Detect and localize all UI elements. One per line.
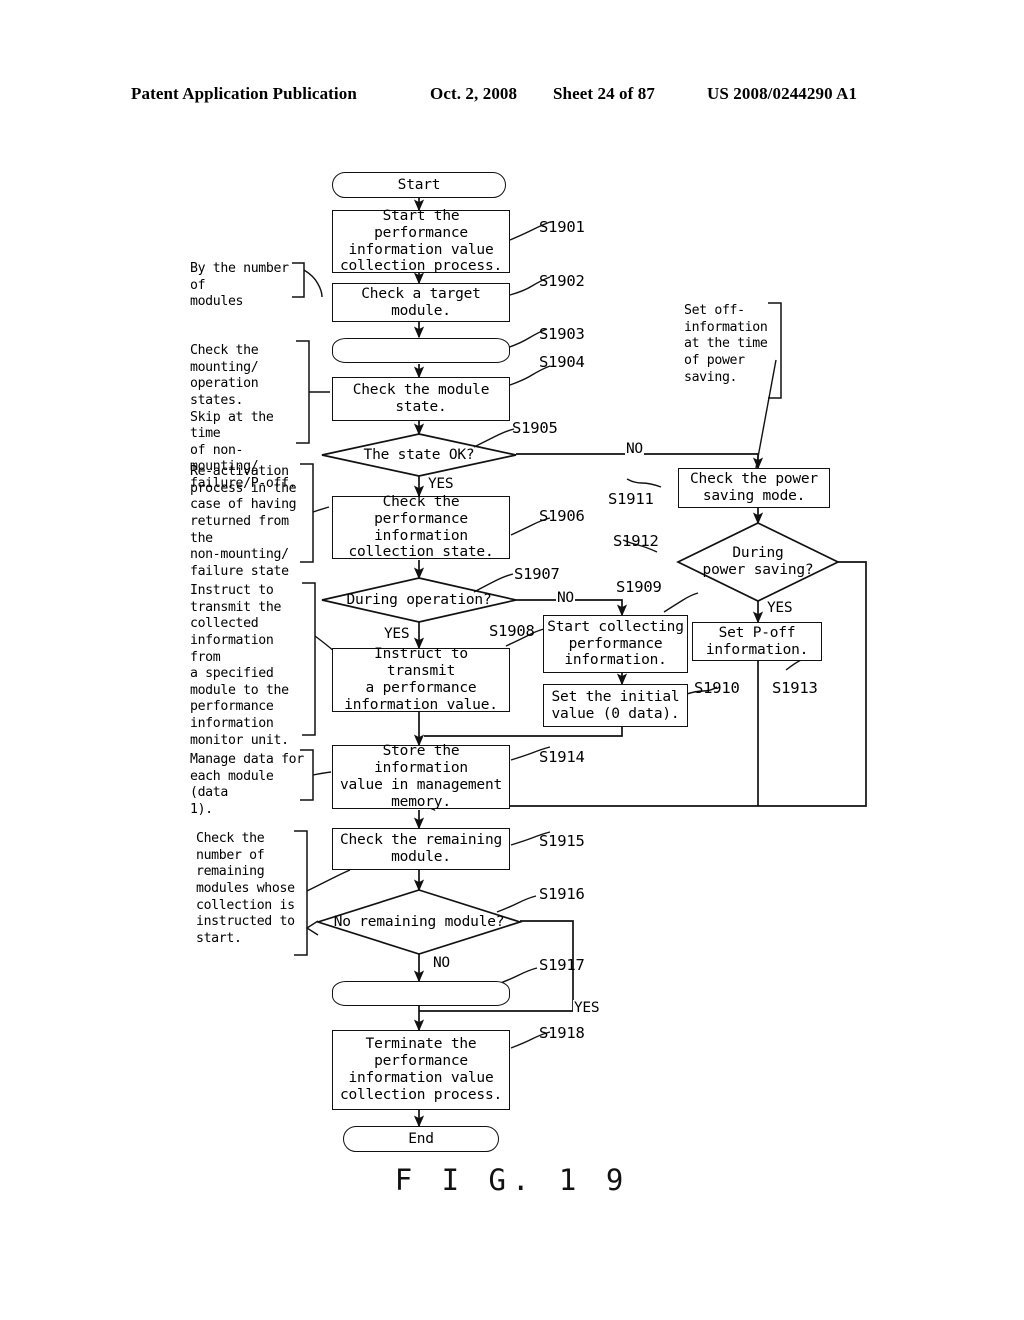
node-s1905-label: The state OK? — [363, 446, 475, 463]
step-label-s1913: S1913 — [772, 679, 818, 697]
node-s1916-label: No remaining module? — [333, 913, 505, 930]
annotation-manage-data-each-module: Manage data for each module (data 1). — [190, 752, 304, 817]
node-s1901-label: Start the performance information value … — [339, 207, 503, 275]
node-end-label: End — [408, 1130, 434, 1147]
node-s1906[interactable]: Check the performance information collec… — [332, 493, 510, 561]
branch-label-s1912-yes: YES — [766, 600, 794, 616]
node-s1901[interactable]: Start the performance information value … — [332, 207, 510, 275]
node-s1910-label: Set the initial value (0 data). — [551, 688, 680, 722]
node-s1911[interactable]: Check the power saving mode. — [678, 468, 830, 508]
step-label-s1906: S1906 — [539, 507, 585, 525]
header-sheet: Sheet 24 of 87 — [553, 84, 655, 103]
node-s1908-label: Instruct to transmit a performance infor… — [344, 646, 498, 713]
branch-label-s1907-yes: YES — [383, 626, 411, 642]
step-label-s1909: S1909 — [616, 578, 662, 596]
node-s1902[interactable]: Check a target module. — [332, 283, 510, 322]
node-s1918[interactable]: Terminate the performance information va… — [332, 1030, 510, 1110]
node-s1918-label: Terminate the performance information va… — [339, 1036, 503, 1103]
step-label-s1910: S1910 — [694, 679, 740, 697]
node-s1911-label: Check the power saving mode. — [690, 471, 818, 504]
node-s1915-label: Check the remaining module. — [339, 832, 503, 865]
step-label-s1907: S1907 — [514, 565, 560, 583]
annotation-check-number-remaining-modules: Check the number of remaining modules wh… — [196, 831, 295, 946]
node-s1907-label: During operation? — [346, 591, 492, 608]
step-label-s1903: S1903 — [539, 325, 585, 343]
node-s1905[interactable]: The state OK? — [322, 434, 516, 476]
branch-label-s1905-no: NO — [625, 441, 644, 457]
node-s1912[interactable]: During power saving? — [678, 523, 838, 601]
node-s1908[interactable]: Instruct to transmit a performance infor… — [332, 646, 510, 713]
node-s1913[interactable]: Set P-off information. — [692, 622, 822, 661]
step-label-s1904: S1904 — [539, 353, 585, 371]
node-s1904-label: Check the module state. — [352, 382, 490, 415]
node-s1904[interactable]: Check the module state. — [332, 377, 510, 421]
header-publication: Patent Application Publication — [131, 84, 357, 103]
node-s1909-label: Start collecting performance information… — [547, 618, 684, 669]
step-label-s1915: S1915 — [539, 832, 585, 850]
node-s1914-label: Store the information value in managemen… — [339, 743, 503, 810]
node-s1916[interactable]: No remaining module? — [318, 890, 520, 954]
node-s1902-label: Check a target module. — [361, 285, 481, 319]
branch-label-s1905-yes: YES — [427, 476, 455, 492]
node-s1909[interactable]: Start collecting performance information… — [543, 615, 688, 673]
annotation-by-number-of-modules: By the number of modules — [190, 261, 289, 310]
node-start-label: Start — [397, 176, 441, 193]
node-s1917-loop-end[interactable] — [332, 981, 510, 1006]
step-label-s1912: S1912 — [613, 532, 659, 550]
step-label-s1916: S1916 — [539, 885, 585, 903]
step-label-s1905: S1905 — [512, 419, 558, 437]
branch-label-s1916-yes: YES — [573, 1000, 601, 1016]
step-label-s1911: S1911 — [608, 490, 654, 508]
flowchart-connectors — [292, 196, 867, 1128]
node-s1906-label: Check the performance information collec… — [348, 493, 494, 561]
node-s1912-label: During power saving? — [702, 545, 814, 578]
node-s1903-loop-begin[interactable] — [332, 338, 510, 363]
step-label-s1901: S1901 — [539, 218, 585, 236]
branch-label-s1916-no: NO — [432, 955, 451, 971]
node-s1910[interactable]: Set the initial value (0 data). — [543, 684, 688, 727]
header-patent-number: US 2008/0244290 A1 — [707, 84, 858, 103]
page-header: Patent Application Publication Oct. 2, 2… — [0, 84, 1024, 110]
node-end[interactable]: End — [343, 1126, 499, 1152]
node-s1914[interactable]: Store the information value in managemen… — [332, 743, 510, 810]
annotation-set-off-information-power-saving: Set off- information at the time of powe… — [684, 303, 768, 385]
node-s1913-label: Set P-off information. — [705, 624, 809, 658]
header-date: Oct. 2, 2008 — [430, 84, 518, 103]
node-s1907[interactable]: During operation? — [322, 578, 516, 622]
node-s1915[interactable]: Check the remaining module. — [332, 828, 510, 870]
figure-caption: F I G. 1 9 — [394, 1163, 630, 1197]
step-label-s1914: S1914 — [539, 748, 585, 766]
step-label-s1908: S1908 — [489, 622, 535, 640]
step-label-s1918: S1918 — [539, 1024, 585, 1042]
annotation-instruct-transmit-collected-information: Instruct to transmit the collected infor… — [190, 583, 289, 748]
branch-label-s1907-no: NO — [556, 590, 575, 606]
step-label-s1902: S1902 — [539, 272, 585, 290]
step-label-s1917: S1917 — [539, 956, 585, 974]
annotation-reactivation-process: Re-activation process in the case of hav… — [190, 464, 297, 579]
node-start[interactable]: Start — [332, 172, 506, 198]
